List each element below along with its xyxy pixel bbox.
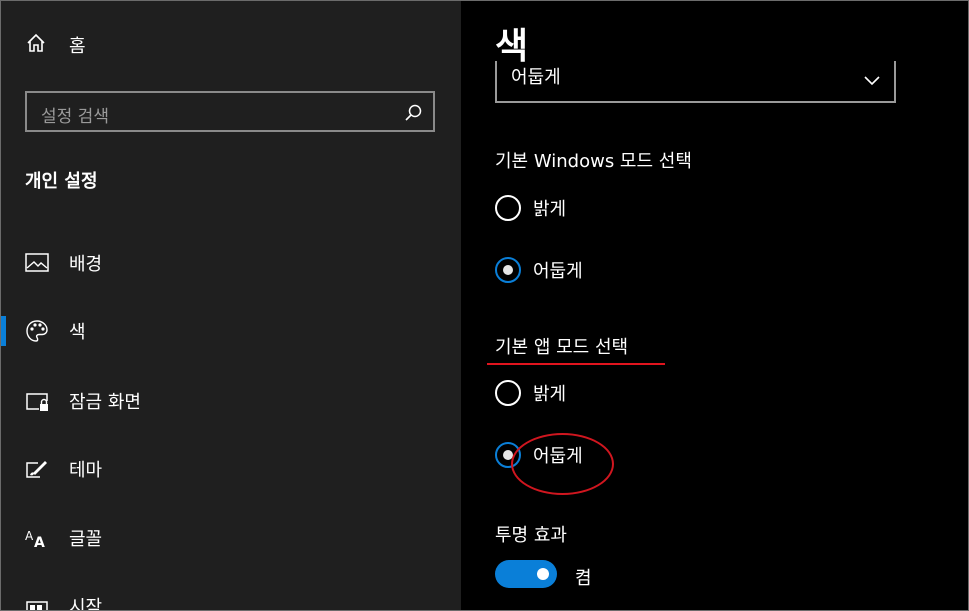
svg-text:A: A [34, 535, 45, 550]
sidebar-item-label: 글꼴 [69, 529, 103, 550]
picture-icon [25, 251, 49, 275]
palette-icon [25, 319, 49, 343]
radio-label: 어둡게 [533, 261, 583, 282]
sidebar-item-background[interactable]: 배경 [1, 238, 461, 288]
sidebar: 홈 설정 검색 개인 설정 배경 색 잠금 화면 테마 A A 글꼴 시작 [1, 1, 461, 611]
radio-button[interactable] [495, 195, 521, 221]
sidebar-item-label: 색 [69, 322, 86, 343]
home-link[interactable]: 홈 [25, 31, 86, 59]
windows-mode-dark-option[interactable]: 어둡게 [495, 255, 583, 285]
windows-mode-light-option[interactable]: 밝게 [495, 193, 566, 223]
search-icon[interactable] [403, 103, 423, 127]
radio-label: 밝게 [533, 199, 567, 220]
sidebar-item-fonts[interactable]: AA 글꼴 [1, 513, 461, 563]
dropdown-value: 어둡게 [511, 67, 561, 88]
sidebar-item-label: 테마 [69, 460, 103, 481]
app-mode-heading: 기본 앱 모드 선택 [495, 337, 629, 358]
radio-label: 밝게 [533, 384, 567, 405]
start-icon [25, 594, 49, 610]
red-circle-annotation [511, 433, 614, 495]
radio-button[interactable] [495, 380, 521, 406]
font-icon: AA [25, 526, 49, 551]
lock-screen-icon [25, 389, 49, 413]
svg-text:A: A [25, 529, 34, 543]
settings-window: 홈 설정 검색 개인 설정 배경 색 잠금 화면 테마 A A 글꼴 시작 색 … [0, 0, 969, 611]
radio-button-checked[interactable] [495, 257, 521, 283]
section-title: 개인 설정 [25, 171, 98, 192]
search-input[interactable]: 설정 검색 [25, 91, 435, 132]
sidebar-item-color[interactable]: 색 [1, 306, 461, 356]
sidebar-item-label: 시작 [69, 597, 103, 611]
toggle-state-label: 켬 [575, 568, 592, 589]
search-placeholder: 설정 검색 [41, 107, 109, 127]
selected-indicator [1, 316, 6, 346]
sidebar-item-start[interactable]: 시작 [1, 581, 461, 611]
transparency-heading: 투명 효과 [495, 525, 567, 546]
transparency-toggle[interactable] [495, 560, 557, 588]
theme-brush-icon [25, 457, 49, 481]
home-icon [25, 32, 47, 58]
sidebar-item-label: 잠금 화면 [69, 392, 141, 413]
windows-mode-heading: 기본 Windows 모드 선택 [495, 151, 692, 172]
app-mode-light-option[interactable]: 밝게 [495, 378, 566, 408]
sidebar-item-label: 배경 [69, 254, 103, 275]
sidebar-item-theme[interactable]: 테마 [1, 444, 461, 494]
color-mode-dropdown[interactable]: 어둡게 [495, 61, 896, 103]
chevron-down-icon [864, 71, 880, 90]
home-label: 홈 [69, 36, 86, 57]
sidebar-item-lock-screen[interactable]: 잠금 화면 [1, 376, 461, 426]
toggle-knob [537, 568, 549, 580]
red-underline-annotation [487, 363, 665, 365]
